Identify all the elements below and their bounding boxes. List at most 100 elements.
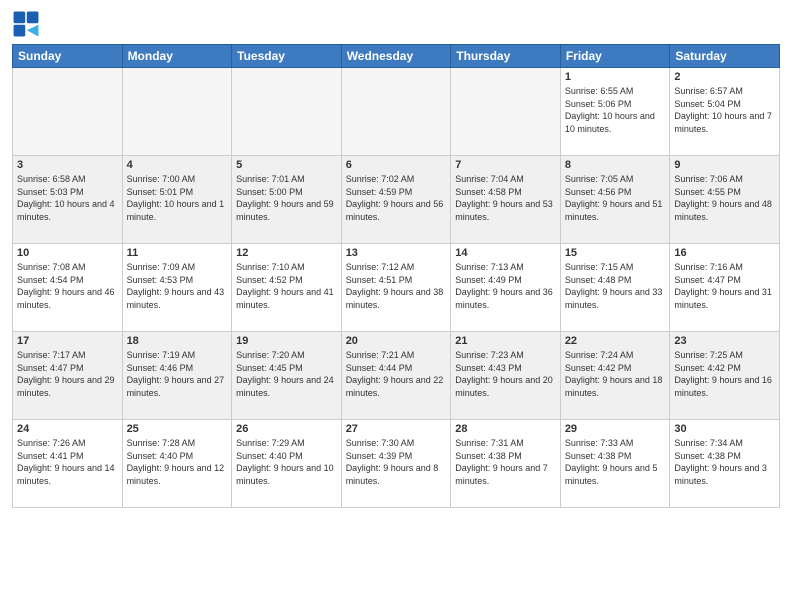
day-number: 20 xyxy=(346,335,447,347)
weekday-saturday: Saturday xyxy=(670,45,780,68)
day-cell xyxy=(451,68,561,156)
day-cell: 24 Sunrise: 7:26 AM Sunset: 4:41 PM Dayli… xyxy=(13,420,123,508)
week-row-3: 17 Sunrise: 7:17 AM Sunset: 4:47 PM Dayli… xyxy=(13,332,780,420)
day-cell: 4 Sunrise: 7:00 AM Sunset: 5:01 PM Daylig… xyxy=(122,156,232,244)
day-number: 21 xyxy=(455,335,556,347)
day-cell: 13 Sunrise: 7:12 AM Sunset: 4:51 PM Dayli… xyxy=(341,244,451,332)
day-cell: 8Sunrise: 7:05 AM Sunset: 4:56 PM Daylig… xyxy=(560,156,670,244)
day-cell: 6 Sunrise: 7:02 AM Sunset: 4:59 PM Daylig… xyxy=(341,156,451,244)
day-cell: 30 Sunrise: 7:34 AM Sunset: 4:38 PM Dayli… xyxy=(670,420,780,508)
day-cell: 17 Sunrise: 7:17 AM Sunset: 4:47 PM Dayli… xyxy=(13,332,123,420)
day-cell: 23 Sunrise: 7:25 AM Sunset: 4:42 PM Dayli… xyxy=(670,332,780,420)
day-info: Sunrise: 7:20 AM Sunset: 4:45 PM Dayligh… xyxy=(236,349,337,399)
logo xyxy=(12,10,44,38)
calendar-table: SundayMondayTuesdayWednesdayThursdayFrid… xyxy=(12,44,780,508)
day-number: 3 xyxy=(17,159,118,171)
day-info: Sunrise: 7:23 AM Sunset: 4:43 PM Dayligh… xyxy=(455,349,556,399)
day-info: Sunrise: 7:12 AM Sunset: 4:51 PM Dayligh… xyxy=(346,261,447,311)
day-number: 28 xyxy=(455,423,556,435)
day-info: Sunrise: 6:58 AM Sunset: 5:03 PM Dayligh… xyxy=(17,173,118,223)
day-info: Sunrise: 7:19 AM Sunset: 4:46 PM Dayligh… xyxy=(127,349,228,399)
day-cell: 3 Sunrise: 6:58 AM Sunset: 5:03 PM Daylig… xyxy=(13,156,123,244)
day-info: Sunrise: 7:05 AM Sunset: 4:56 PM Dayligh… xyxy=(565,173,666,223)
day-number: 22 xyxy=(565,335,666,347)
logo-icon xyxy=(12,10,40,38)
day-number: 18 xyxy=(127,335,228,347)
day-cell: 10 Sunrise: 7:08 AM Sunset: 4:54 PM Dayli… xyxy=(13,244,123,332)
day-number: 12 xyxy=(236,247,337,259)
day-number: 19 xyxy=(236,335,337,347)
day-info: Sunrise: 7:21 AM Sunset: 4:44 PM Dayligh… xyxy=(346,349,447,399)
day-cell: 27 Sunrise: 7:30 AM Sunset: 4:39 PM Dayli… xyxy=(341,420,451,508)
day-info: Sunrise: 7:16 AM Sunset: 4:47 PM Dayligh… xyxy=(674,261,775,311)
day-number: 1 xyxy=(565,71,666,83)
day-info: Sunrise: 7:33 AM Sunset: 4:38 PM Dayligh… xyxy=(565,437,666,487)
day-cell xyxy=(13,68,123,156)
week-row-4: 24 Sunrise: 7:26 AM Sunset: 4:41 PM Dayli… xyxy=(13,420,780,508)
day-info: Sunrise: 7:01 AM Sunset: 5:00 PM Dayligh… xyxy=(236,173,337,223)
day-info: Sunrise: 7:15 AM Sunset: 4:48 PM Dayligh… xyxy=(565,261,666,311)
day-cell: 22Sunrise: 7:24 AM Sunset: 4:42 PM Dayli… xyxy=(560,332,670,420)
day-number: 27 xyxy=(346,423,447,435)
weekday-sunday: Sunday xyxy=(13,45,123,68)
day-info: Sunrise: 6:57 AM Sunset: 5:04 PM Dayligh… xyxy=(674,85,775,135)
day-info: Sunrise: 7:10 AM Sunset: 4:52 PM Dayligh… xyxy=(236,261,337,311)
day-cell: 19 Sunrise: 7:20 AM Sunset: 4:45 PM Dayli… xyxy=(232,332,342,420)
day-cell: 21 Sunrise: 7:23 AM Sunset: 4:43 PM Dayli… xyxy=(451,332,561,420)
day-info: Sunrise: 7:02 AM Sunset: 4:59 PM Dayligh… xyxy=(346,173,447,223)
day-cell: 26Sunrise: 7:29 AM Sunset: 4:40 PM Dayli… xyxy=(232,420,342,508)
weekday-friday: Friday xyxy=(560,45,670,68)
day-cell: 9 Sunrise: 7:06 AM Sunset: 4:55 PM Daylig… xyxy=(670,156,780,244)
week-row-2: 10 Sunrise: 7:08 AM Sunset: 4:54 PM Dayli… xyxy=(13,244,780,332)
day-info: Sunrise: 7:00 AM Sunset: 5:01 PM Dayligh… xyxy=(127,173,228,223)
day-number: 2 xyxy=(674,71,775,83)
day-number: 13 xyxy=(346,247,447,259)
day-number: 4 xyxy=(127,159,228,171)
week-row-0: 1 Sunrise: 6:55 AM Sunset: 5:06 PM Daylig… xyxy=(13,68,780,156)
day-number: 11 xyxy=(127,247,228,259)
day-number: 6 xyxy=(346,159,447,171)
day-number: 26 xyxy=(236,423,337,435)
day-number: 17 xyxy=(17,335,118,347)
page: SundayMondayTuesdayWednesdayThursdayFrid… xyxy=(0,0,792,612)
day-number: 14 xyxy=(455,247,556,259)
week-row-1: 3 Sunrise: 6:58 AM Sunset: 5:03 PM Daylig… xyxy=(13,156,780,244)
day-info: Sunrise: 7:25 AM Sunset: 4:42 PM Dayligh… xyxy=(674,349,775,399)
weekday-tuesday: Tuesday xyxy=(232,45,342,68)
day-number: 5 xyxy=(236,159,337,171)
day-number: 7 xyxy=(455,159,556,171)
day-info: Sunrise: 6:55 AM Sunset: 5:06 PM Dayligh… xyxy=(565,85,666,135)
day-info: Sunrise: 7:06 AM Sunset: 4:55 PM Dayligh… xyxy=(674,173,775,223)
day-number: 15 xyxy=(565,247,666,259)
day-cell: 7 Sunrise: 7:04 AM Sunset: 4:58 PM Daylig… xyxy=(451,156,561,244)
weekday-thursday: Thursday xyxy=(451,45,561,68)
day-info: Sunrise: 7:26 AM Sunset: 4:41 PM Dayligh… xyxy=(17,437,118,487)
day-info: Sunrise: 7:31 AM Sunset: 4:38 PM Dayligh… xyxy=(455,437,556,487)
weekday-header-row: SundayMondayTuesdayWednesdayThursdayFrid… xyxy=(13,45,780,68)
day-info: Sunrise: 7:30 AM Sunset: 4:39 PM Dayligh… xyxy=(346,437,447,487)
day-cell: 1 Sunrise: 6:55 AM Sunset: 5:06 PM Daylig… xyxy=(560,68,670,156)
day-info: Sunrise: 7:09 AM Sunset: 4:53 PM Dayligh… xyxy=(127,261,228,311)
header xyxy=(12,10,780,38)
day-number: 30 xyxy=(674,423,775,435)
day-info: Sunrise: 7:17 AM Sunset: 4:47 PM Dayligh… xyxy=(17,349,118,399)
day-cell: 16 Sunrise: 7:16 AM Sunset: 4:47 PM Dayli… xyxy=(670,244,780,332)
day-number: 9 xyxy=(674,159,775,171)
day-info: Sunrise: 7:34 AM Sunset: 4:38 PM Dayligh… xyxy=(674,437,775,487)
day-cell: 18 Sunrise: 7:19 AM Sunset: 4:46 PM Dayli… xyxy=(122,332,232,420)
day-number: 16 xyxy=(674,247,775,259)
day-cell xyxy=(232,68,342,156)
day-cell: 28 Sunrise: 7:31 AM Sunset: 4:38 PM Dayli… xyxy=(451,420,561,508)
day-cell: 14 Sunrise: 7:13 AM Sunset: 4:49 PM Dayli… xyxy=(451,244,561,332)
day-info: Sunrise: 7:08 AM Sunset: 4:54 PM Dayligh… xyxy=(17,261,118,311)
day-cell: 29Sunrise: 7:33 AM Sunset: 4:38 PM Dayli… xyxy=(560,420,670,508)
day-cell: 12 Sunrise: 7:10 AM Sunset: 4:52 PM Dayli… xyxy=(232,244,342,332)
day-info: Sunrise: 7:13 AM Sunset: 4:49 PM Dayligh… xyxy=(455,261,556,311)
day-info: Sunrise: 7:04 AM Sunset: 4:58 PM Dayligh… xyxy=(455,173,556,223)
day-number: 10 xyxy=(17,247,118,259)
day-cell: 5 Sunrise: 7:01 AM Sunset: 5:00 PM Daylig… xyxy=(232,156,342,244)
day-number: 23 xyxy=(674,335,775,347)
weekday-wednesday: Wednesday xyxy=(341,45,451,68)
day-number: 24 xyxy=(17,423,118,435)
day-cell: 25Sunrise: 7:28 AM Sunset: 4:40 PM Dayli… xyxy=(122,420,232,508)
